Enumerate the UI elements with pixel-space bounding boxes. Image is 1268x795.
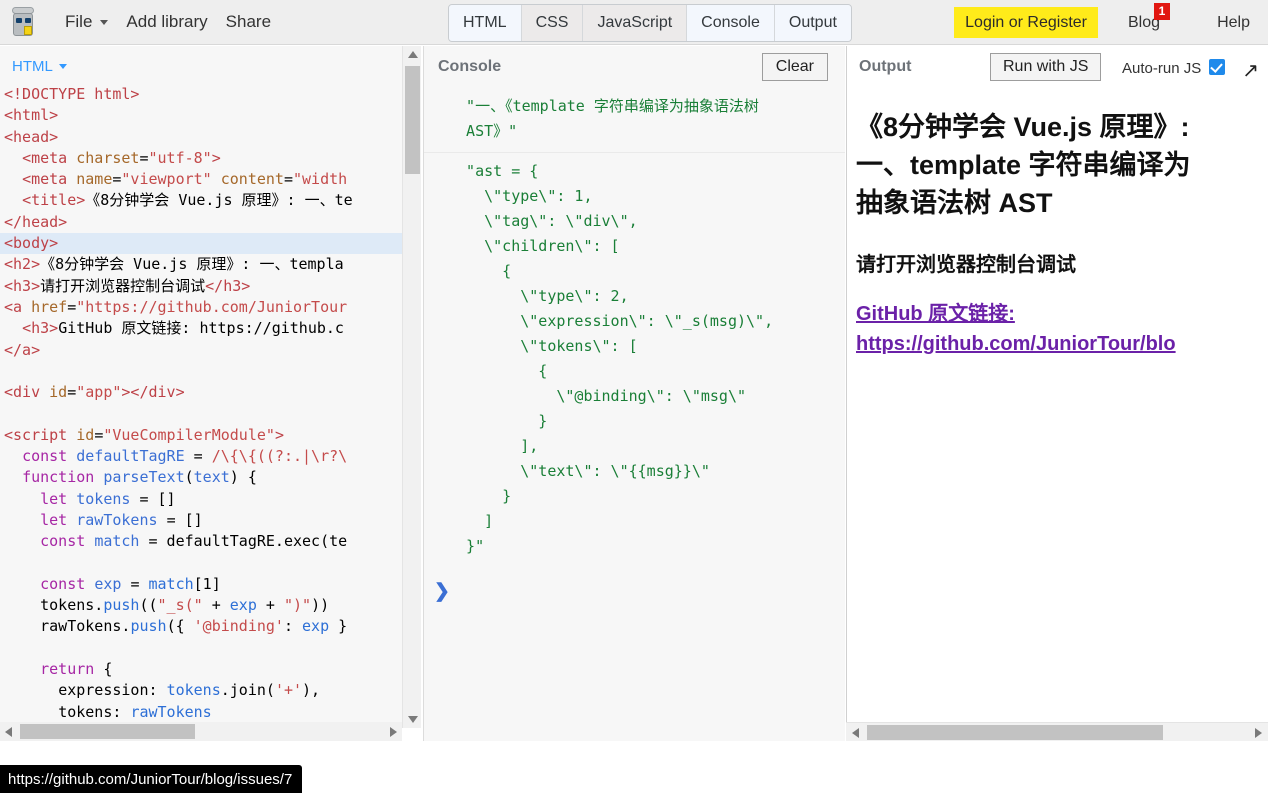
output-horizontal-scrollbar[interactable] (846, 722, 1268, 741)
code-line: <h2>《8分钟学会 Vue.js 原理》: 一、templa (4, 255, 344, 274)
editor-horizontal-scrollbar[interactable] (0, 722, 402, 741)
editor-mode-label: HTML (12, 58, 53, 75)
code-line: <h3>GitHub 原文链接: https://github.c (22, 319, 344, 338)
console-title: Console (438, 58, 502, 75)
clear-console-button[interactable]: Clear (761, 53, 828, 81)
menu-item-add-library[interactable]: Add library (117, 0, 216, 45)
output-github-link[interactable]: GitHub 原文链接: https://github.com/JuniorTo… (856, 299, 1260, 359)
tab-html[interactable]: HTML (449, 5, 522, 41)
code-line: <body> (0, 233, 403, 255)
code-line: </a> (4, 340, 41, 359)
blog-notification-badge: 1 (1154, 3, 1170, 20)
status-bar-url: https://github.com/JuniorTour/blog/issue… (0, 765, 303, 793)
tab-css-label: CSS (535, 14, 569, 31)
code-line: <title>《8分钟学会 Vue.js 原理》: 一、te (22, 191, 353, 210)
console-log-entry: "ast = { \"type\": 1, \"tag\": \"div\", … (466, 162, 774, 555)
scroll-left-icon[interactable] (5, 727, 12, 737)
auto-run-js-label: Auto-run JS (1122, 60, 1202, 77)
panel-tab-group: HTML CSS JavaScript Console Output (448, 4, 852, 42)
code-line: <head> (4, 127, 59, 146)
code-line: <script id="VueCompilerModule"> (4, 425, 284, 444)
chevron-down-icon (58, 64, 67, 69)
output-title: Output (859, 58, 912, 75)
menu-item-share-label: Share (225, 12, 272, 31)
clear-console-label: Clear (775, 58, 814, 75)
auto-run-js-checkbox[interactable] (1209, 59, 1225, 75)
login-or-register-button[interactable]: Login or Register (954, 7, 1098, 38)
code-line: <div id="app"></div> (4, 383, 185, 402)
code-line: </head> (4, 212, 68, 231)
scroll-left-icon[interactable] (852, 728, 859, 738)
code-line: let rawTokens = [] (40, 510, 203, 529)
code-editor-content[interactable]: <!DOCTYPE html> <html> <head> <meta charse… (0, 84, 403, 728)
output-iframe-content: 《8分钟学会 Vue.js 原理》: 一、template 字符串编译为 抽象语… (847, 90, 1268, 768)
code-line: tokens: rawTokens (58, 702, 212, 721)
code-line: <meta charset="utf-8"> (22, 148, 221, 167)
scroll-thumb[interactable] (405, 66, 420, 174)
code-line: <h3>请打开浏览器控制台调试</h3> (4, 276, 251, 295)
output-heading-line: 抽象语法树 AST (856, 188, 1053, 218)
scroll-down-icon[interactable] (408, 716, 418, 723)
output-header: Output Run with JS Auto-run JS ↗ (847, 46, 1268, 88)
output-subheading: 请打开浏览器控制台调试 (856, 254, 1076, 276)
menu-item-add-library-label: Add library (126, 12, 208, 31)
code-line: return { (40, 660, 113, 679)
editor-mode-selector[interactable]: HTML (12, 58, 67, 75)
app-logo[interactable] (0, 0, 46, 45)
console-prompt-icon[interactable]: ❯ (434, 580, 450, 603)
code-line: <html> (4, 106, 59, 125)
console-log-entry: "一、《template 字符串编译为抽象语法树 AST》" (424, 88, 845, 153)
tab-console[interactable]: Console (687, 5, 775, 41)
scroll-right-icon[interactable] (1255, 728, 1262, 738)
editor-vertical-scrollbar[interactable] (402, 46, 421, 728)
tab-output-label: Output (788, 14, 837, 31)
scroll-thumb[interactable] (20, 724, 195, 739)
console-panel: Console Clear "一、《template 字符串编译为抽象语法树 A… (423, 46, 845, 787)
code-line: tokens.push(("_s(" + exp + ")")) (40, 596, 330, 615)
menu-item-share[interactable]: Share (217, 0, 280, 45)
output-heading: 《8分钟学会 Vue.js 原理》: 一、template 字符串编译为 抽象语… (856, 108, 1260, 222)
scroll-thumb[interactable] (867, 725, 1163, 740)
code-line: let tokens = [] (40, 489, 176, 508)
output-github-link-line: GitHub 原文链接: (856, 303, 1015, 325)
code-line: function parseText(text) { (22, 468, 257, 487)
tab-output[interactable]: Output (774, 5, 851, 41)
scroll-up-icon[interactable] (408, 51, 418, 58)
run-with-js-button[interactable]: Run with JS (990, 53, 1102, 81)
chevron-down-icon (100, 19, 109, 25)
nav-item-help-label: Help (1217, 13, 1250, 31)
code-line: rawTokens.push({ '@binding': exp } (40, 617, 348, 636)
tab-javascript-label: JavaScript (597, 14, 673, 31)
login-or-register-label: Login or Register (965, 13, 1087, 31)
code-line: const match = defaultTagRE.exec(te (40, 532, 348, 551)
tab-javascript[interactable]: JavaScript (583, 5, 688, 41)
run-with-js-label: Run with JS (1003, 58, 1089, 75)
scroll-right-icon[interactable] (390, 727, 397, 737)
menu-item-file[interactable]: File (56, 0, 117, 45)
html-editor-panel[interactable]: HTML <!DOCTYPE html> <html> <head> <meta c… (0, 46, 421, 728)
nav-item-help[interactable]: Help (1217, 0, 1250, 45)
output-github-link-line: https://github.com/JuniorTour/blo (856, 333, 1176, 355)
code-line: const defaultTagRE = /\{\{((?:.|\r?\ (22, 447, 348, 466)
code-line: <meta name="viewport" content="width (22, 170, 348, 189)
tab-html-label: HTML (463, 14, 507, 31)
output-panel: Output Run with JS Auto-run JS ↗ 《8分钟学会 … (846, 46, 1268, 787)
code-line: expression: tokens.join('+'), (58, 681, 321, 700)
code-line: const exp = match[1] (40, 574, 221, 593)
output-heading-line: 《8分钟学会 Vue.js 原理》: (856, 112, 1190, 142)
tab-css[interactable]: CSS (521, 5, 584, 41)
robot-jar-icon (10, 7, 36, 37)
console-log-list[interactable]: "一、《template 字符串编译为抽象语法树 AST》" "ast = { … (424, 88, 845, 768)
console-header: Console Clear (424, 46, 845, 88)
open-in-new-window-icon[interactable]: ↗ (1242, 58, 1259, 83)
menu-item-file-label: File (65, 12, 93, 31)
code-line: <a href="https://github.com/JuniorTour (4, 297, 348, 316)
code-line: <!DOCTYPE html> (4, 85, 140, 103)
tab-console-label: Console (701, 14, 760, 31)
output-heading-line: 一、template 字符串编译为 (856, 150, 1191, 180)
